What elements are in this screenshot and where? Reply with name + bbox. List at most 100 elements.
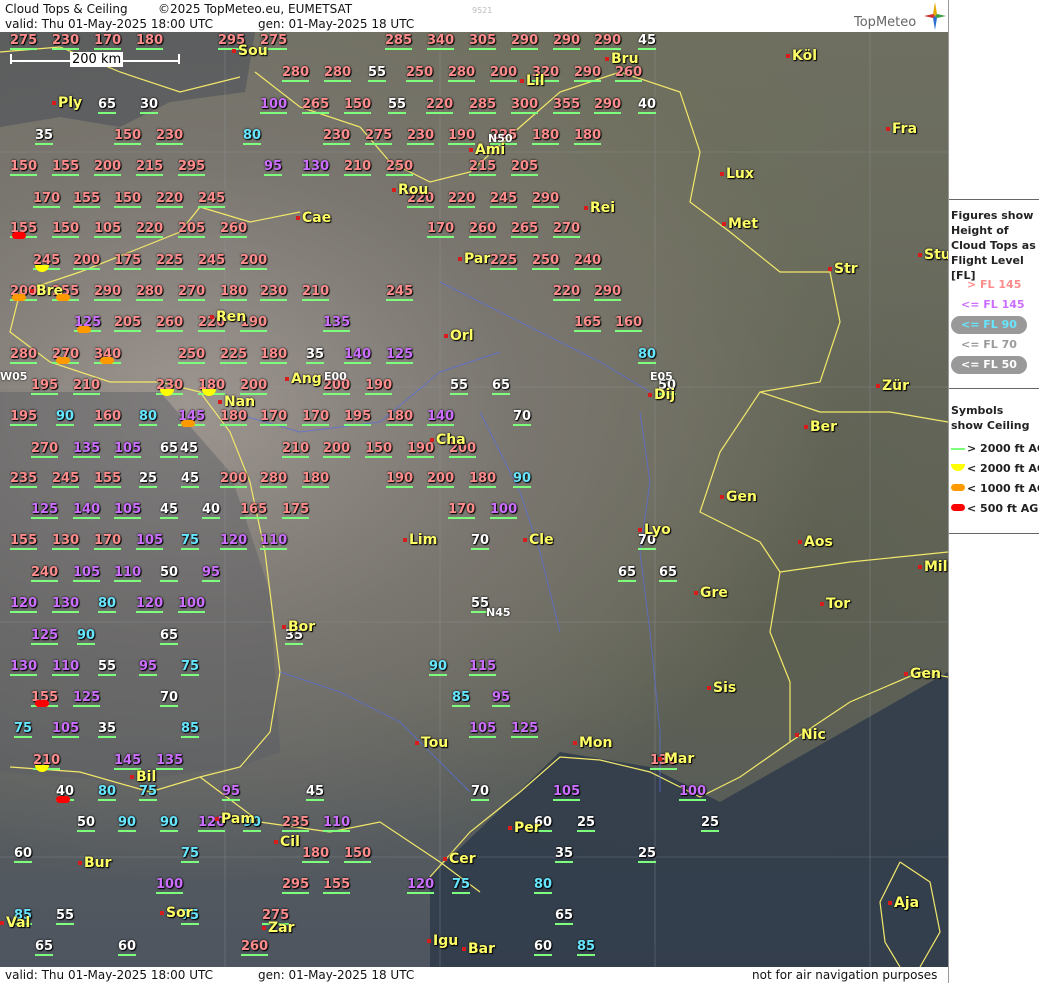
cloud-top-label: 275 [365,128,393,145]
city-label: Cer [443,852,476,867]
city-marker-icon [573,741,577,745]
cloud-top-label: 70 [471,533,490,550]
cloud-top-label: 195 [344,409,372,426]
cloud-top-label: 295 [178,159,206,176]
cloud-top-label: 65 [35,939,54,956]
city-marker-icon [462,947,466,951]
cloud-top-label: 140 [427,409,455,426]
cloud-top-label: 135 [323,315,351,332]
city-label: Bru [605,52,639,67]
ceiling-green-icon [951,448,965,450]
city-marker-icon [707,686,711,690]
city-marker-icon [52,101,56,105]
cloud-top-label: 290 [532,191,560,208]
cloud-top-label: 190 [365,378,393,395]
city-label: Met [722,217,758,232]
cloud-top-label: 95 [222,784,241,801]
city-marker-icon [584,206,588,210]
cloud-top-label: 295 [282,877,310,894]
cloud-top-label: 55 [98,659,117,676]
cloud-top-label: 55 [388,97,407,114]
city-label: Cha [430,433,466,448]
cloud-top-label: 100 [156,877,184,894]
city-marker-icon [720,172,724,176]
cloud-top-label: 45 [180,441,199,458]
cloud-top-label: 90 [56,409,75,426]
cloud-top-label: 215 [469,159,497,176]
cloud-top-label: 105 [553,784,581,801]
cloud-top-label: 45 [306,784,325,801]
legend-ceiling-500: < 500 ft AGL [967,502,1039,515]
city-marker-icon [904,672,908,676]
cloud-top-label: 60 [118,939,137,956]
cloud-top-label: 180 [302,846,330,863]
cloud-top-label: 25 [577,815,596,832]
cloud-top-label: 280 [448,65,476,82]
legend-ceiling-above-2000: > 2000 ft AGL [967,442,1039,455]
city-marker-icon [285,377,289,381]
city-marker-icon [296,216,300,220]
city-label: Orl [444,329,474,344]
cloud-top-label: 245 [198,253,226,270]
city-label: Mon [573,736,613,751]
cloud-top-label: 55 [368,65,387,82]
ceiling-symbol-red [35,700,49,707]
cloud-top-label: 180 [302,471,330,488]
cloud-top-label: 90 [513,471,532,488]
cloud-top-label: 250 [406,65,434,82]
cloud-top-label: 270 [178,284,206,301]
cloud-top-label: 180 [386,409,414,426]
cloud-top-label: 240 [574,253,602,270]
city-marker-icon [30,289,34,293]
city-label: Zar [262,921,295,936]
city-marker-icon [804,425,808,429]
scale-label: 200 km [70,52,124,67]
satellite-map[interactable]: 200 km 275 230 170 180 295 275 285 340 305 290 290… [0,32,948,967]
cloud-top-label: 120 [220,533,248,550]
cloud-top-label: 80 [98,784,117,801]
cloud-top-label: 35 [306,347,325,364]
cloud-top-label: 290 [553,33,581,50]
cloud-top-label: 75 [181,846,200,863]
cloud-top-label: 190 [386,471,414,488]
cloud-top-label: 245 [386,284,414,301]
city-label: Lil [520,74,545,89]
cloud-top-label: 120 [10,596,38,613]
cloud-top-label: 95 [492,690,511,707]
city-marker-icon [0,921,4,925]
cloud-top-label: 120 [407,877,435,894]
city-label: Stu [918,248,948,263]
cloud-top-label: 35 [35,128,54,145]
ceiling-symbol-orange [56,357,70,364]
city-label: Gen [720,490,757,505]
cloud-top-label: 155 [323,877,351,894]
cloud-top-label: 180 [469,471,497,488]
cloud-top-label: 270 [31,441,59,458]
cloud-top-label: 180 [220,409,248,426]
cloud-top-label: 80 [98,596,117,613]
cloud-top-label: 115 [469,659,497,676]
cloud-top-label: 210 [282,441,310,458]
city-label: Dij [648,388,675,403]
city-label: Ber [804,420,837,435]
legend-fl-90: <= FL 90 [961,318,1017,331]
cloud-top-label: 80 [139,409,158,426]
cloud-top-label: 170 [427,221,455,238]
cloud-top-label: 90 [77,628,96,645]
cloud-top-label: 265 [511,221,539,238]
cloud-top-label: 25 [638,846,657,863]
city-marker-icon [403,538,407,542]
city-marker-icon [605,57,609,61]
cloud-top-label: 60 [534,939,553,956]
city-marker-icon [458,257,462,261]
cloud-top-label: 105 [136,533,164,550]
cloud-top-label: 220 [136,221,164,238]
city-marker-icon [274,840,278,844]
cloud-top-label: 30 [140,97,159,114]
city-marker-icon [694,591,698,595]
ceiling-orange-icon [951,484,965,491]
city-label: Sis [707,681,736,696]
cloud-top-label: 260 [469,221,497,238]
cloud-top-label: 35 [555,846,574,863]
ceiling-yellow-icon [951,464,965,471]
